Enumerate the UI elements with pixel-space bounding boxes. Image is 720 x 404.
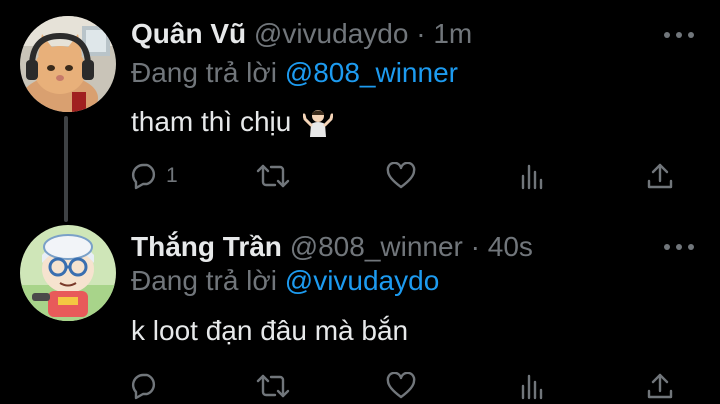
share-button[interactable] (646, 368, 674, 404)
tweet[interactable]: Thắng Trần @808_winner · 40s Đang trả lờ… (0, 205, 720, 400)
person-shrugging-emoji-icon (302, 107, 334, 146)
tweet-text: k loot đạn đâu mà bắn (131, 313, 408, 349)
stats-icon (521, 164, 543, 190)
retweet-button[interactable] (256, 158, 296, 194)
display-name[interactable]: Thắng Trần (131, 231, 282, 262)
retweet-button[interactable] (256, 368, 296, 404)
reply-icon (131, 163, 156, 190)
tweet-actions (130, 368, 690, 404)
reply-button[interactable]: 1 (130, 158, 178, 194)
tweet-header: Quân Vũ @vivudaydo · 1m (131, 16, 472, 52)
replying-to-label: Đang trả lời (131, 265, 277, 296)
share-button[interactable] (646, 158, 674, 194)
more-icon[interactable] (664, 242, 694, 252)
replying-to-handle[interactable]: @vivudaydo (285, 265, 440, 296)
reply-button[interactable] (130, 368, 166, 404)
replying-to-handle[interactable]: @808_winner (285, 57, 458, 88)
separator-dot: · (470, 231, 480, 262)
avatar[interactable] (20, 16, 116, 112)
tweet-text-content: k loot đạn đâu mà bắn (131, 315, 409, 346)
tweet[interactable]: Quân Vũ @vivudaydo · 1m Đang trả lời @80… (0, 0, 720, 222)
replying-to: Đang trả lời @808_winner (131, 55, 458, 91)
reply-icon (131, 373, 156, 400)
tweet-text: tham thì chịu (131, 104, 334, 146)
cartoon-boy-avatar (20, 225, 116, 321)
user-handle[interactable]: @808_winner (290, 231, 463, 262)
tweet-actions: 1 (130, 158, 690, 194)
stats-icon (521, 374, 543, 400)
reply-count: 1 (166, 164, 178, 187)
tweet-text-content: tham thì chịu (131, 106, 292, 137)
like-icon (386, 162, 416, 189)
display-name[interactable]: Quân Vũ (131, 18, 246, 49)
timestamp[interactable]: 1m (433, 18, 472, 49)
retweet-icon (256, 374, 290, 398)
stats-button[interactable] (518, 368, 546, 404)
like-button[interactable] (386, 368, 422, 404)
replying-to-label: Đang trả lời (131, 57, 277, 88)
like-button[interactable] (386, 158, 422, 194)
share-icon (647, 373, 673, 399)
more-icon[interactable] (664, 30, 694, 40)
cat-with-headphones-avatar (20, 16, 116, 112)
stats-button[interactable] (518, 158, 546, 194)
share-icon (647, 163, 673, 189)
like-icon (386, 372, 416, 399)
user-handle[interactable]: @vivudaydo (254, 18, 409, 49)
timestamp[interactable]: 40s (488, 231, 533, 262)
separator-dot: · (416, 18, 426, 49)
retweet-icon (256, 164, 290, 188)
avatar[interactable] (20, 225, 116, 321)
tweet-header: Thắng Trần @808_winner · 40s (131, 229, 533, 265)
replying-to: Đang trả lời @vivudaydo (131, 263, 439, 299)
